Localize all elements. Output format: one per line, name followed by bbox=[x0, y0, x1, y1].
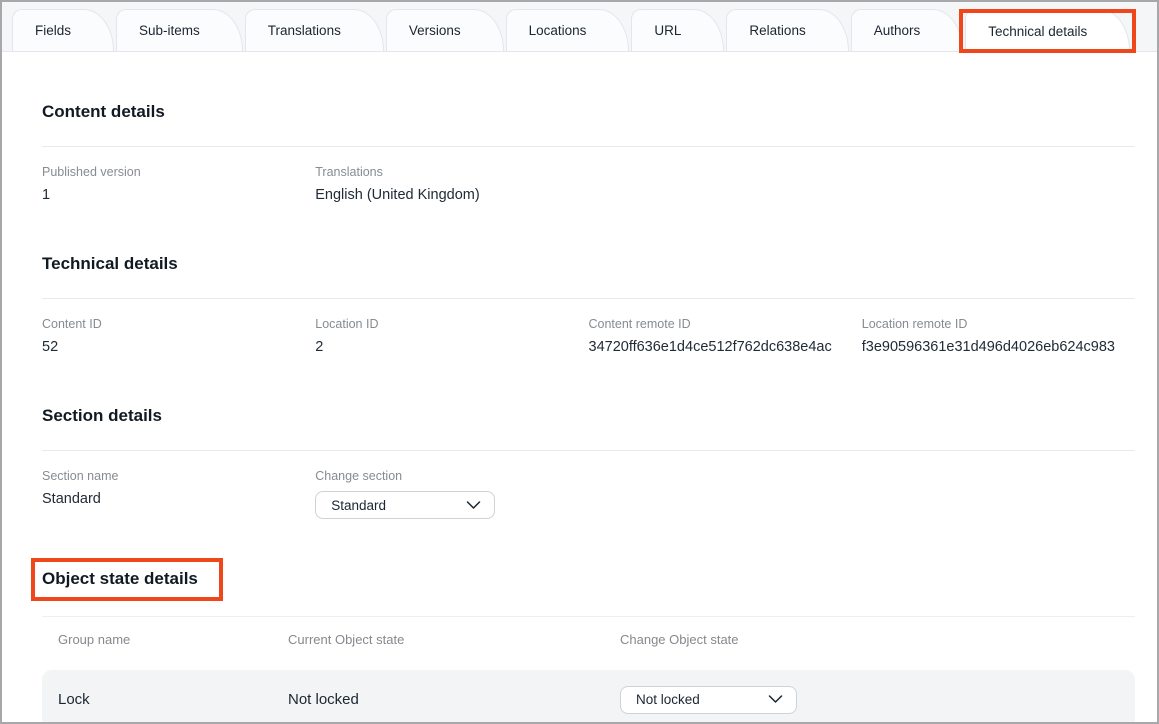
field-value: f3e90596361e31d496d4026eb624c983 bbox=[862, 338, 1135, 356]
change-state-cell: Not locked bbox=[620, 686, 1119, 714]
field-label: Content ID bbox=[42, 317, 315, 332]
section-technical-details: Technical details Content ID 52 Location… bbox=[42, 254, 1135, 356]
change-section-select[interactable]: Standard bbox=[315, 491, 495, 519]
tab-label: Relations bbox=[749, 23, 805, 38]
field-value: 1 bbox=[42, 186, 315, 204]
section-title: Content details bbox=[42, 102, 1135, 122]
selected-option: Standard bbox=[331, 498, 386, 513]
divider bbox=[42, 298, 1135, 299]
chevron-down-icon bbox=[768, 695, 783, 704]
field-label: Section name bbox=[42, 469, 315, 484]
content-details-fields: Published version 1 Translations English… bbox=[42, 165, 1135, 204]
field-value: 34720ff636e1d4ce512f762dc638e4ac bbox=[589, 338, 862, 356]
tab-fields[interactable]: Fields bbox=[12, 9, 114, 51]
field-label: Published version bbox=[42, 165, 315, 180]
section-title: Section details bbox=[42, 406, 1135, 426]
content-tab-bar: Fields Sub-items Translations Versions L… bbox=[2, 2, 1157, 52]
field-content-remote-id: Content remote ID 34720ff636e1d4ce512f76… bbox=[589, 317, 862, 356]
tab-label: URL bbox=[654, 23, 681, 38]
divider bbox=[42, 146, 1135, 147]
tab-authors[interactable]: Authors bbox=[851, 9, 964, 51]
field-published-version: Published version 1 bbox=[42, 165, 315, 204]
technical-details-fields: Content ID 52 Location ID 2 Content remo… bbox=[42, 317, 1135, 356]
tab-label: Sub-items bbox=[139, 23, 200, 38]
object-state-table-header: Group name Current Object state Change O… bbox=[42, 616, 1135, 660]
current-state-cell: Not locked bbox=[288, 691, 620, 708]
tab-url[interactable]: URL bbox=[631, 9, 724, 51]
object-state-heading-wrap: Object state details bbox=[42, 569, 198, 589]
field-translations: Translations English (United Kingdom) bbox=[315, 165, 588, 204]
field-value: 2 bbox=[315, 338, 588, 356]
tab-label: Locations bbox=[529, 23, 587, 38]
field-section-name: Section name Standard bbox=[42, 469, 315, 519]
section-title: Object state details bbox=[42, 569, 198, 589]
field-label: Translations bbox=[315, 165, 588, 180]
tab-label: Authors bbox=[874, 23, 921, 38]
column-header-current-object-state: Current Object state bbox=[288, 632, 620, 647]
group-name-cell: Lock bbox=[58, 691, 288, 708]
field-value: English (United Kingdom) bbox=[315, 186, 588, 204]
column-header-group-name: Group name bbox=[58, 632, 288, 647]
field-value: 52 bbox=[42, 338, 315, 356]
tab-label: Technical details bbox=[988, 24, 1087, 39]
tab-versions[interactable]: Versions bbox=[386, 9, 504, 51]
section-details-fields: Section name Standard Change section Sta… bbox=[42, 469, 1135, 519]
tab-label: Versions bbox=[409, 23, 461, 38]
tab-relations[interactable]: Relations bbox=[726, 9, 848, 51]
column-header-change-object-state: Change Object state bbox=[620, 632, 1119, 647]
chevron-down-icon bbox=[466, 501, 481, 510]
tab-sub-items[interactable]: Sub-items bbox=[116, 9, 243, 51]
field-location-id: Location ID 2 bbox=[315, 317, 588, 356]
tab-locations[interactable]: Locations bbox=[506, 9, 630, 51]
technical-details-page: Fields Sub-items Translations Versions L… bbox=[0, 0, 1159, 724]
field-value: Standard bbox=[42, 490, 315, 508]
field-content-id: Content ID 52 bbox=[42, 317, 315, 356]
tab-label: Fields bbox=[35, 23, 71, 38]
change-object-state-select[interactable]: Not locked bbox=[620, 686, 797, 714]
field-change-section: Change section Standard bbox=[315, 469, 588, 519]
technical-details-content: Content details Published version 1 Tran… bbox=[2, 102, 1157, 724]
field-label: Location ID bbox=[315, 317, 588, 332]
section-title: Technical details bbox=[42, 254, 1135, 274]
divider bbox=[42, 450, 1135, 451]
field-label: Change section bbox=[315, 469, 588, 484]
tab-translations[interactable]: Translations bbox=[245, 9, 384, 51]
object-state-row-lock: Lock Not locked Not locked bbox=[42, 670, 1135, 724]
tab-technical-details[interactable]: Technical details bbox=[965, 9, 1130, 52]
field-location-remote-id: Location remote ID f3e90596361e31d496d40… bbox=[862, 317, 1135, 356]
section-content-details: Content details Published version 1 Tran… bbox=[42, 102, 1135, 204]
tab-label: Translations bbox=[268, 23, 341, 38]
field-label: Content remote ID bbox=[589, 317, 862, 332]
selected-option: Not locked bbox=[636, 692, 700, 707]
section-object-state-details: Object state details Group name Current … bbox=[42, 569, 1135, 724]
section-section-details: Section details Section name Standard Ch… bbox=[42, 406, 1135, 519]
field-label: Location remote ID bbox=[862, 317, 1135, 332]
